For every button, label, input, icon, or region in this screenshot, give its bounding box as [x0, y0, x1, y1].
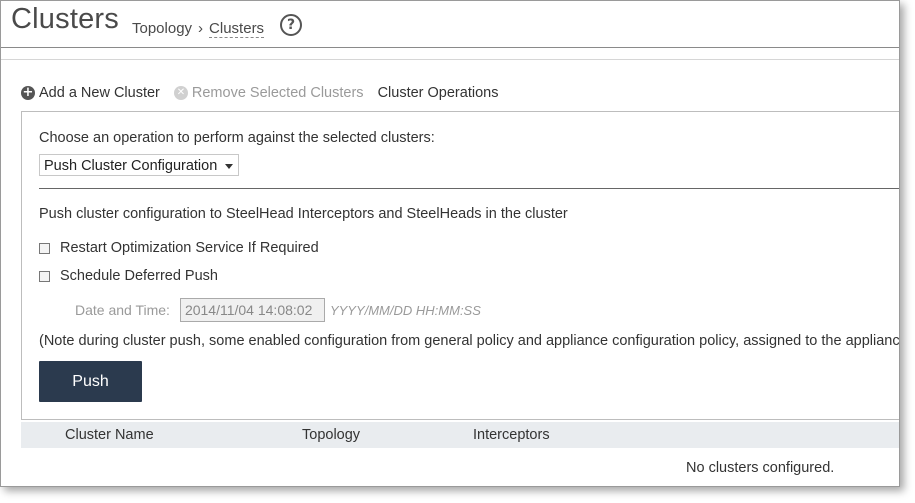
page-header: Clusters Topology › Clusters ?: [1, 1, 899, 48]
empty-table-message: No clusters configured.: [686, 460, 835, 476]
panel-divider: [39, 188, 899, 189]
x-circle-icon: ✕: [173, 86, 188, 100]
breadcrumb-current[interactable]: Clusters: [209, 20, 265, 38]
operation-prompt: Choose an operation to perform against t…: [39, 130, 435, 146]
push-button[interactable]: Push: [39, 361, 142, 402]
column-interceptors[interactable]: Interceptors: [473, 427, 550, 443]
restart-option: Restart Optimization Service If Required: [39, 240, 319, 256]
plus-circle-icon: +: [21, 85, 35, 100]
page-title: Clusters: [11, 3, 119, 35]
breadcrumb: Topology › Clusters: [132, 20, 265, 38]
restart-label: Restart Optimization Service If Required: [60, 240, 319, 256]
remove-clusters-label: Remove Selected Clusters: [191, 85, 364, 101]
chevron-down-icon: [225, 164, 233, 169]
deferred-push-checkbox[interactable]: [39, 270, 50, 282]
datetime-row: Date and Time: 2014/11/04 14:08:02 YYYY/…: [75, 298, 481, 322]
header-divider: [1, 59, 899, 60]
remove-clusters-button[interactable]: ✕ Remove Selected Clusters: [173, 85, 364, 101]
clusters-window: Clusters Topology › Clusters ? + Add a New…: [0, 0, 900, 487]
column-topology[interactable]: Topology: [302, 427, 360, 443]
cluster-operations-tab[interactable]: Cluster Operations: [378, 85, 499, 101]
column-cluster-name[interactable]: Cluster Name: [65, 427, 154, 443]
help-icon[interactable]: ?: [280, 14, 302, 36]
datetime-input[interactable]: 2014/11/04 14:08:02: [179, 298, 325, 322]
add-cluster-label: Add a New Cluster: [39, 85, 160, 101]
push-note: (Note during cluster push, some enabled …: [39, 333, 900, 349]
clusters-table-header: Cluster Name Topology Interceptors: [21, 422, 899, 448]
deferred-option: Schedule Deferred Push: [39, 268, 218, 284]
operation-description: Push cluster configuration to SteelHead …: [39, 206, 568, 222]
cluster-operations-panel: Choose an operation to perform against t…: [21, 111, 900, 420]
datetime-label: Date and Time:: [75, 302, 170, 318]
restart-checkbox[interactable]: [39, 242, 50, 254]
breadcrumb-separator: ›: [198, 20, 204, 37]
datetime-format-hint: YYYY/MM/DD HH:MM:SS: [329, 302, 481, 318]
operation-select-value: Push Cluster Configuration: [44, 158, 218, 174]
breadcrumb-topology-link[interactable]: Topology: [132, 20, 192, 37]
cluster-toolbar: + Add a New Cluster ✕ Remove Selected Cl…: [21, 83, 512, 103]
deferred-push-label: Schedule Deferred Push: [60, 268, 218, 284]
add-cluster-button[interactable]: + Add a New Cluster: [21, 85, 160, 101]
operation-select[interactable]: Push Cluster Configuration: [39, 154, 239, 176]
